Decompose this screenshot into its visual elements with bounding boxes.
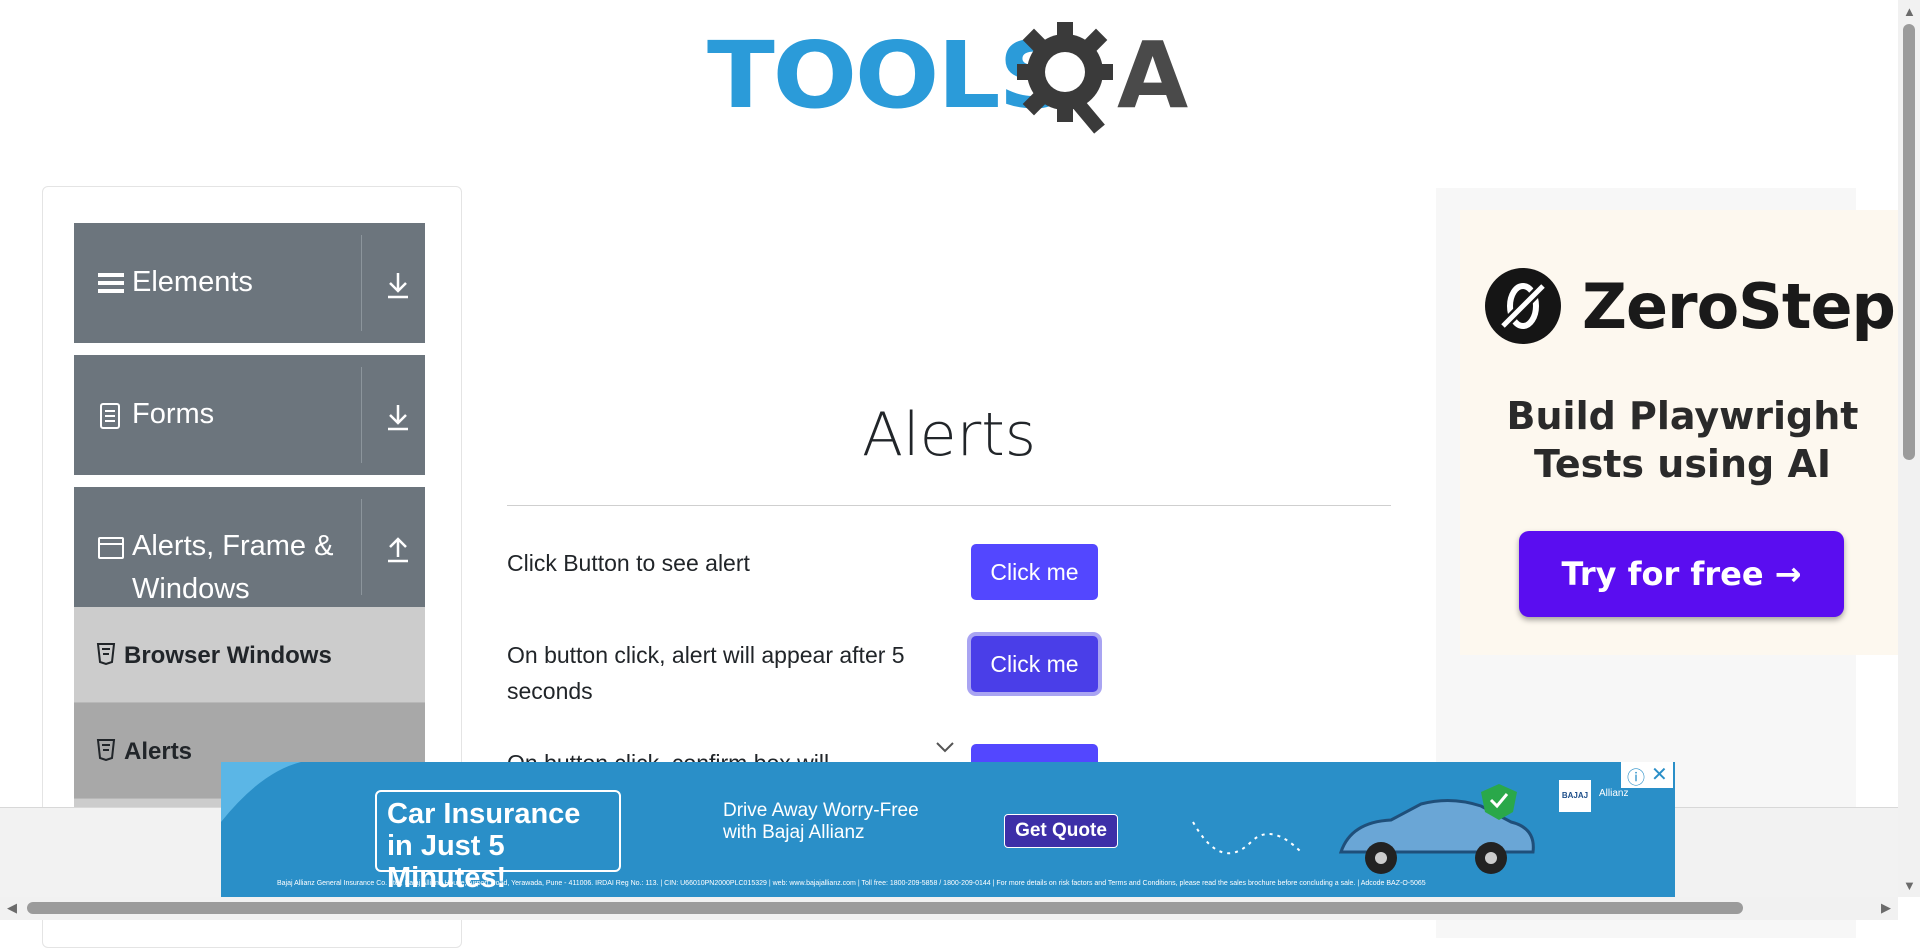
banner-sub-2: with Bajaj Allianz [723,822,865,843]
group-alerts-frame-windows[interactable]: Alerts, Frame & Windows [74,487,425,607]
sidebar-item-label: Alerts [124,738,193,765]
try-for-free-button[interactable]: Try for free → [1519,531,1844,617]
banner-sub-1: Drive Away Worry-Free [723,800,919,821]
divider [361,499,362,595]
zerostep-brand: ZeroStep [1582,270,1896,343]
timer-alert-button[interactable]: Click me [971,636,1098,692]
scroll-left-arrow-icon[interactable]: ◀ [6,901,18,914]
document-icon [100,403,120,429]
gear-magnifier-icon [1017,22,1113,134]
banner-headline-1: Car Insurance [387,798,581,830]
horizontal-scroll-thumb[interactable] [27,902,1743,914]
download-arrow-icon [388,273,408,299]
divider [361,235,362,331]
group-label: Elements [132,266,253,298]
toolsqa-logo[interactable]: TOOLS A [707,22,1195,137]
dotted-path-icon [1192,821,1302,855]
allianz-brand: Allianz [1599,788,1629,799]
scroll-up-arrow-icon[interactable]: ▲ [1903,5,1916,18]
alert-button[interactable]: Click me [971,544,1098,600]
bottom-banner-ad[interactable]: Car Insurance in Just 5 Minutes! Drive A… [221,762,1675,897]
timer-alert-row-label: On button click, alert will appear after… [507,642,905,704]
download-arrow-icon [388,405,408,431]
window-icon [98,537,124,559]
car-icon [1338,784,1535,874]
group-label-line2: Windows [132,573,250,605]
vertical-scroll-thumb[interactable] [1903,24,1915,460]
zerostep-logo-icon [1485,268,1561,344]
group-label: Alerts, Frame & [132,530,334,562]
page-title: Alerts [861,400,1037,470]
scroll-down-arrow-icon[interactable]: ▼ [1903,879,1916,892]
upload-arrow-icon [388,537,408,563]
logo-a: A [1117,22,1189,129]
scroll-right-arrow-icon[interactable]: ▶ [1880,901,1892,914]
hamburger-icon [98,273,124,293]
horizontal-scrollbar[interactable]: ◀ ▶ [0,897,1898,920]
ad-choices-close[interactable]: ⓘ ✕ [1621,762,1673,788]
divider [361,367,362,463]
html5-icon [96,643,116,665]
bajaj-brand: BAJAJ [1559,780,1591,812]
sidebar-item-browser-windows[interactable]: Browser Windows [74,607,425,703]
alert-row-label: Click Button to see alert [507,550,750,576]
title-divider [507,505,1391,506]
close-icon[interactable]: ✕ [1651,762,1668,787]
html5-icon [96,739,116,761]
group-forms[interactable]: Forms [74,355,425,475]
chevron-down-icon [936,742,954,753]
info-icon[interactable]: ⓘ [1627,764,1645,790]
zerostep-tagline: Build Playwright Tests using AI [1506,394,1859,486]
banner-headline-box: Car Insurance in Just 5 Minutes! [375,790,621,894]
vertical-scrollbar[interactable]: ▲ ▼ [1898,0,1920,897]
logo-text: TOOLS [707,22,1070,129]
swoosh-decoration-icon [221,762,301,822]
sidebar-item-label: Browser Windows [124,642,332,669]
banner-fine-print: Bajaj Allianz General Insurance Co. Ltd.… [277,880,1426,887]
group-label: Forms [132,398,215,430]
get-quote-button[interactable]: Get Quote [1004,814,1118,848]
group-elements[interactable]: Elements [74,223,425,343]
